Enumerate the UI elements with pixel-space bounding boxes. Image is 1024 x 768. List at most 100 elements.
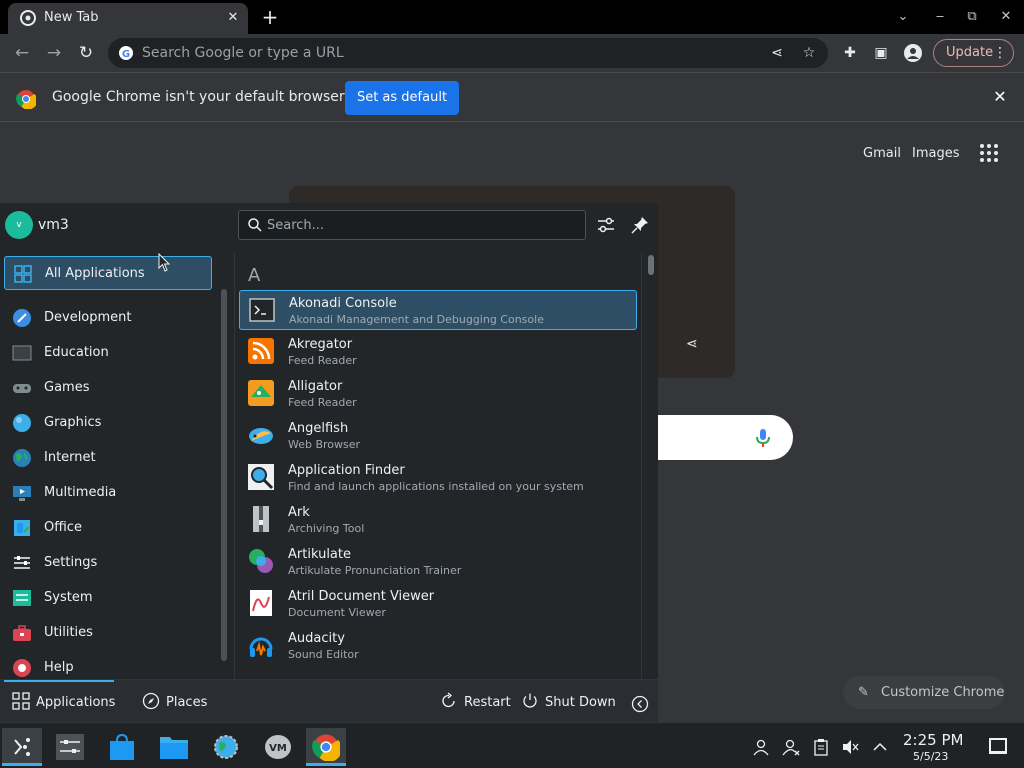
app-description: Artikulate Pronunciation Trainer xyxy=(288,564,462,577)
app-item-atril-document-viewer[interactable]: Atril Document Viewer Document Viewer xyxy=(239,584,637,624)
category-internet[interactable]: Internet xyxy=(4,441,212,475)
category-settings[interactable]: Settings xyxy=(4,546,212,580)
app-name: Angelfish xyxy=(288,421,349,436)
bookmark-star-icon[interactable]: ☆ xyxy=(800,44,818,62)
customize-chrome-button[interactable]: ✎ Customize Chrome xyxy=(843,676,1005,709)
shutdown-button[interactable]: Shut Down xyxy=(521,692,616,712)
volume-muted-icon[interactable] xyxy=(841,738,859,756)
back-arrow-icon[interactable]: ← xyxy=(11,42,33,64)
category-graphics[interactable]: Graphics xyxy=(4,406,212,440)
system-settings-icon xyxy=(56,734,84,760)
chrome-title-bar: New Tab ✕ + ⌄ ‒ ⧉ ✕ xyxy=(0,0,1024,34)
gamepad-icon xyxy=(13,384,31,393)
tab-new-tab[interactable]: New Tab ✕ xyxy=(8,3,248,34)
archive-zipper-icon xyxy=(253,506,269,532)
pin-icon[interactable] xyxy=(629,214,651,236)
active-indicator xyxy=(2,763,42,766)
launcher-search-field[interactable] xyxy=(238,210,586,240)
category-utilities[interactable]: Utilities xyxy=(4,616,212,650)
tab-places[interactable]: Places xyxy=(142,692,207,712)
category-multimedia[interactable]: Multimedia xyxy=(4,476,212,510)
artikulate-icon xyxy=(249,549,273,573)
category-all-applications[interactable]: All Applications xyxy=(4,256,212,290)
task-discover[interactable] xyxy=(102,728,142,766)
clock-date[interactable]: 5/5/23 xyxy=(913,750,948,763)
task-system-settings[interactable] xyxy=(50,728,90,766)
app-item-artikulate[interactable]: Artikulate Artikulate Pronunciation Trai… xyxy=(239,542,637,582)
user-switch-icon[interactable] xyxy=(782,738,800,756)
category-label: Education xyxy=(44,345,109,360)
category-games[interactable]: Games xyxy=(4,371,212,405)
close-window-icon[interactable]: ✕ xyxy=(996,7,1016,27)
app-name: Audacity xyxy=(288,631,345,646)
forward-arrow-icon[interactable]: → xyxy=(43,42,65,64)
restart-button[interactable]: Restart xyxy=(440,692,511,712)
gmail-link[interactable]: Gmail xyxy=(863,146,901,161)
restart-label: Restart xyxy=(464,695,511,710)
app-item-application-finder[interactable]: Application Finder Find and launch appli… xyxy=(239,458,637,498)
minimize-icon[interactable]: ‒ xyxy=(930,7,950,27)
category-education[interactable]: Education xyxy=(4,336,212,370)
app-item-angelfish[interactable]: Angelfish Web Browser xyxy=(239,416,637,456)
tab-search-chevron-icon[interactable]: ⌄ xyxy=(893,7,913,27)
configure-sliders-icon[interactable] xyxy=(595,214,617,236)
omnibox[interactable]: G Search Google or type a URL ⋖ ☆ xyxy=(108,38,828,68)
side-panel-icon[interactable]: ▣ xyxy=(871,43,891,63)
app-item-akonadi-console[interactable]: Akonadi Console Akonadi Management and D… xyxy=(239,290,637,330)
category-label: All Applications xyxy=(45,266,145,281)
multimedia-icon xyxy=(13,486,31,501)
update-button[interactable]: Update ⋮ xyxy=(933,39,1014,67)
app-list-scroll-track xyxy=(641,253,642,679)
profile-avatar-icon[interactable] xyxy=(903,43,923,63)
category-office[interactable]: Office xyxy=(4,511,212,545)
voice-search-mic-icon[interactable] xyxy=(754,428,772,448)
restart-icon xyxy=(442,692,455,708)
kde-launcher-icon xyxy=(14,738,30,756)
category-sidebar: All Applications Development Education G… xyxy=(0,253,218,679)
category-scrollbar[interactable] xyxy=(221,289,227,661)
menu-dots-icon[interactable]: ⋮ xyxy=(993,40,1007,66)
app-description: Find and launch applications installed o… xyxy=(288,480,584,493)
app-item-ark[interactable]: Ark Archiving Tool xyxy=(239,500,637,540)
category-system[interactable]: System xyxy=(4,581,212,615)
vm-icon: VM xyxy=(265,735,291,759)
category-label: Internet xyxy=(44,450,96,465)
infobar-close-icon[interactable]: ✕ xyxy=(990,87,1010,107)
category-label: Settings xyxy=(44,555,98,570)
app-item-akregator[interactable]: Akregator Feed Reader xyxy=(239,332,637,372)
tab-applications[interactable]: Applications xyxy=(12,692,115,712)
reload-icon[interactable]: ↻ xyxy=(75,42,97,64)
launcher-search-input[interactable] xyxy=(267,215,577,235)
clipboard-icon[interactable] xyxy=(812,738,830,756)
task-file-manager[interactable] xyxy=(154,728,194,766)
extensions-puzzle-icon[interactable]: ✚ xyxy=(840,43,860,63)
app-list-scrollbar[interactable] xyxy=(648,255,654,275)
user-avatar[interactable]: v xyxy=(5,211,33,239)
share-icon[interactable]: ⋖ xyxy=(768,44,786,62)
application-launcher-button[interactable] xyxy=(2,728,42,766)
maximize-icon[interactable]: ⧉ xyxy=(962,7,982,27)
task-google-chrome[interactable] xyxy=(306,728,346,766)
app-name: Atril Document Viewer xyxy=(288,589,435,604)
system-icon xyxy=(13,590,31,606)
app-item-audacity[interactable]: Audacity Sound Editor xyxy=(239,626,637,666)
show-desktop-icon[interactable] xyxy=(989,738,1007,754)
set-as-default-button[interactable]: Set as default xyxy=(345,81,459,115)
doodle-share-icon[interactable]: ⋖ xyxy=(686,336,704,354)
google-apps-grid-icon[interactable] xyxy=(980,144,1000,164)
app-name: Artikulate xyxy=(288,547,351,562)
document-viewer-icon xyxy=(250,590,272,616)
category-development[interactable]: Development xyxy=(4,301,212,335)
leave-menu-chevron-icon[interactable] xyxy=(631,695,649,713)
new-tab-button[interactable]: + xyxy=(260,6,280,28)
app-item-alligator[interactable]: Alligator Feed Reader xyxy=(239,374,637,414)
launcher-footer: Applications Places Restart Shut Down xyxy=(0,679,658,722)
tab-close-icon[interactable]: ✕ xyxy=(224,9,242,27)
tray-expand-chevron-icon[interactable] xyxy=(871,738,889,756)
user-status-icon[interactable] xyxy=(752,738,770,756)
chrome-logo-icon xyxy=(16,90,36,109)
task-internet-globe[interactable] xyxy=(206,728,246,766)
clock-time[interactable]: 2:25 PM xyxy=(903,731,963,749)
images-link[interactable]: Images xyxy=(912,146,960,161)
task-vm-viewer[interactable]: VM xyxy=(258,728,298,766)
